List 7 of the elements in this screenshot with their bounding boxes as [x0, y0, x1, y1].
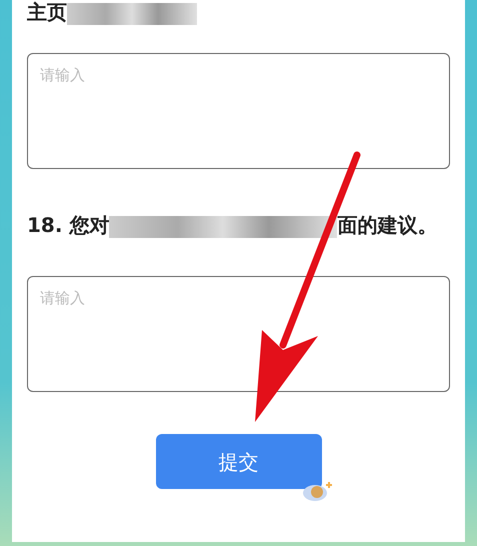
question-text: 面的建议。 [337, 213, 438, 237]
answer-field[interactable]: 请输入 [27, 53, 450, 169]
answer-field[interactable]: 请输入 [27, 276, 450, 392]
assistant-icon[interactable] [302, 481, 332, 503]
submit-button[interactable]: 提交 [156, 434, 322, 489]
question-text: 主页 [27, 0, 67, 24]
question-text: 18. 您对 [27, 213, 110, 237]
